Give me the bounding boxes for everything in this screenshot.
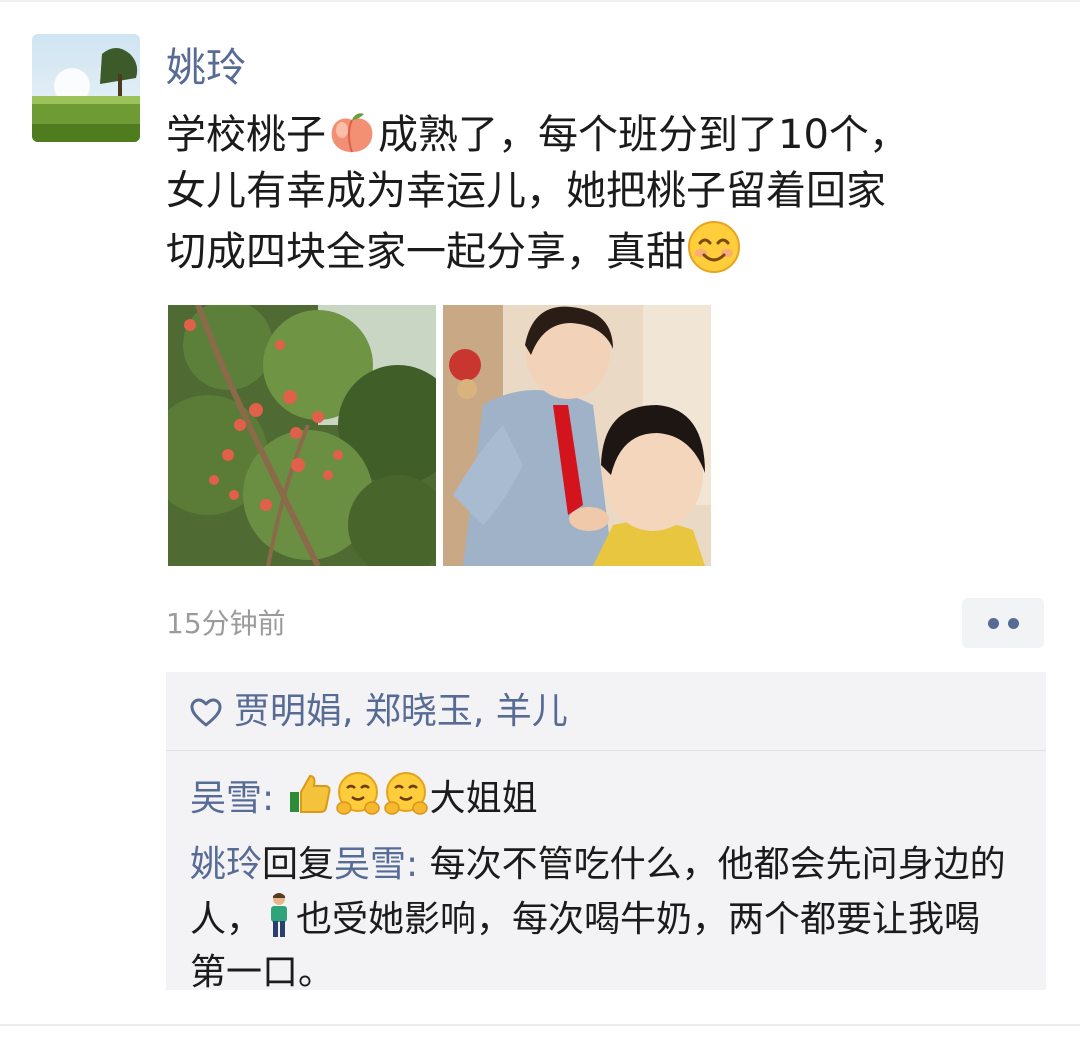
top-divider: [0, 0, 1080, 2]
comment[interactable]: 吴雪: 大姐姐: [190, 770, 1030, 823]
reply-comment[interactable]: 姚玲回复吴雪: 每次不管吃什么，他都会先问身边的人， 也受她影响，每次喝牛奶，两个…: [190, 838, 1010, 999]
hugging-face-icon: [334, 770, 382, 818]
more-dot-icon: [988, 618, 999, 629]
post-text-part1: 学校桃子: [166, 112, 326, 158]
more-actions-button[interactable]: [962, 598, 1044, 648]
comment-author[interactable]: 姚玲: [190, 844, 262, 885]
heart-outline-icon: [190, 698, 222, 728]
thumbs-up-icon: [286, 770, 334, 818]
likes-names[interactable]: 贾明娟, 郑晓玉, 羊儿: [234, 690, 568, 734]
peach-icon: [326, 106, 378, 158]
post-photo-children[interactable]: [443, 305, 711, 566]
more-dot-icon: [1008, 618, 1019, 629]
comment-text-part2: 也受她影响，每次喝牛奶，两个都要让我喝第一口。: [190, 899, 981, 993]
smiling-face-icon: [686, 219, 740, 273]
post-text: 学校桃子 成熟了，每个班分到了10个， 女儿有幸成为幸运儿，她把桃子留着回家 切成…: [166, 106, 1046, 280]
man-standing-icon: [262, 891, 296, 939]
likes-row: 贾明娟, 郑晓玉, 羊儿: [166, 672, 1046, 751]
comment-text: 大姐姐: [429, 778, 538, 819]
bottom-divider: [0, 1024, 1080, 1026]
comment-separator: :: [262, 778, 286, 819]
post-author-name[interactable]: 姚玲: [166, 44, 246, 92]
comment-author[interactable]: 吴雪: [190, 778, 262, 819]
reply-word: 回复: [262, 844, 335, 885]
comment-separator: :: [406, 844, 430, 885]
hugging-face-icon: [382, 770, 430, 818]
author-avatar[interactable]: [32, 34, 140, 142]
post-timestamp: 15分钟前: [166, 607, 286, 640]
post-photo-peach-tree[interactable]: [168, 305, 436, 566]
likes-comments-panel: 贾明娟, 郑晓玉, 羊儿 吴雪: 大姐姐 姚玲回复吴雪: 每次不管吃什么，他都会…: [166, 672, 1046, 993]
reply-target[interactable]: 吴雪: [334, 844, 406, 885]
